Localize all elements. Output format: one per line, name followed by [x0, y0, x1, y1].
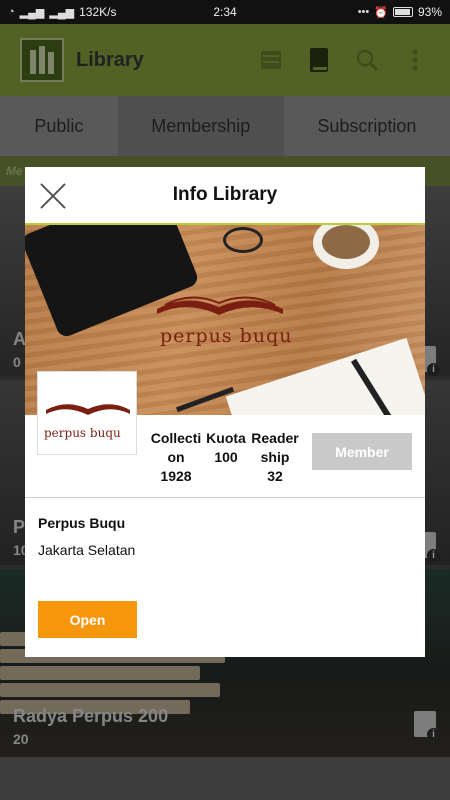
stat-collection: Collecti on 1928 — [148, 429, 204, 486]
stat-label: Kuota — [206, 430, 246, 446]
banner-brand-text: perpus buqu — [160, 325, 293, 347]
stat-label: on — [167, 449, 185, 465]
battery-percent: 93% — [417, 5, 442, 19]
status-bar: ◔ ▂▄▆ ▂▄▆ 132K/s 2:34 ••• ⏰ 93% — [0, 0, 450, 24]
signal-icon: ▂▄▆ — [19, 6, 45, 19]
stat-value: 100 — [214, 449, 238, 465]
open-button[interactable]: Open — [38, 601, 137, 638]
stat-label: ship — [260, 449, 290, 465]
open-book-icon — [157, 296, 283, 315]
dialog-header: Info Library — [25, 167, 425, 225]
library-location: Jakarta Selatan — [38, 542, 136, 558]
notification-icon: ••• — [357, 6, 370, 18]
wifi-icon: ◔ — [8, 6, 15, 18]
close-icon[interactable] — [39, 182, 67, 210]
network-speed: 132K/s — [79, 5, 117, 19]
open-book-icon — [46, 404, 130, 415]
stat-value: 32 — [267, 468, 283, 484]
stat-label: Reader — [251, 430, 299, 446]
battery-icon — [392, 7, 413, 17]
library-thumbnail: perpus buqu — [37, 371, 137, 455]
stat-readership: Reader ship 32 — [248, 429, 302, 486]
stat-label: Collecti — [150, 430, 202, 446]
library-name: Perpus Buqu — [38, 515, 126, 531]
signal-icon: ▂▄▆ — [49, 6, 75, 19]
member-button[interactable]: Member — [312, 433, 412, 470]
stat-quota: Kuota 100 — [204, 429, 248, 467]
dialog-title: Info Library — [172, 184, 278, 205]
alarm-icon: ⏰ — [374, 6, 388, 19]
thumbnail-brand-text: perpus buqu — [44, 426, 121, 440]
glasses-image — [223, 227, 263, 253]
stat-value: 1928 — [160, 468, 192, 484]
divider — [25, 497, 425, 498]
info-library-dialog: Info Library perpus buqu perpus buqu Col… — [25, 167, 425, 657]
